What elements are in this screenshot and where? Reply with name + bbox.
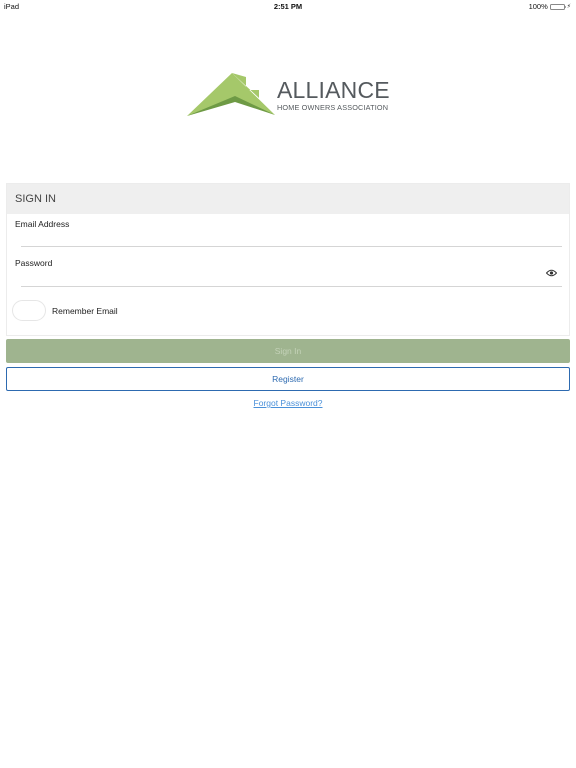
battery-percentage: 100%	[528, 2, 548, 11]
forgot-password-link[interactable]: Forgot Password?	[254, 398, 323, 408]
remember-email-label: Remember Email	[52, 306, 118, 316]
alliance-logo: ALLIANCE HOME OWNERS ASSOCIATION	[186, 72, 396, 120]
roof-icon	[187, 73, 275, 116]
battery-indicator: 100% ⚡	[529, 2, 571, 11]
password-label: Password	[15, 258, 53, 268]
forgot-password-container: Forgot Password?	[0, 398, 576, 408]
email-label: Email Address	[15, 219, 70, 229]
password-field[interactable]	[21, 273, 562, 287]
eye-icon[interactable]	[546, 269, 557, 277]
signin-card: SIGN IN Email Address Password Remember …	[6, 183, 570, 336]
battery-icon	[549, 3, 567, 10]
sign-in-button[interactable]: Sign In	[6, 339, 570, 363]
status-time: 2:51 PM	[273, 2, 303, 11]
remember-email-toggle[interactable]	[12, 300, 46, 321]
signin-heading: SIGN IN	[15, 193, 56, 205]
signin-card-header: SIGN IN	[7, 184, 569, 214]
email-field[interactable]	[21, 233, 562, 247]
logo-brand-text: ALLIANCE	[277, 77, 390, 103]
bolt-icon: ⚡	[566, 3, 571, 10]
status-bar: iPad 2:51 PM 100% ⚡	[0, 0, 576, 12]
logo-tagline: HOME OWNERS ASSOCIATION	[277, 103, 389, 112]
register-button[interactable]: Register	[6, 367, 570, 391]
